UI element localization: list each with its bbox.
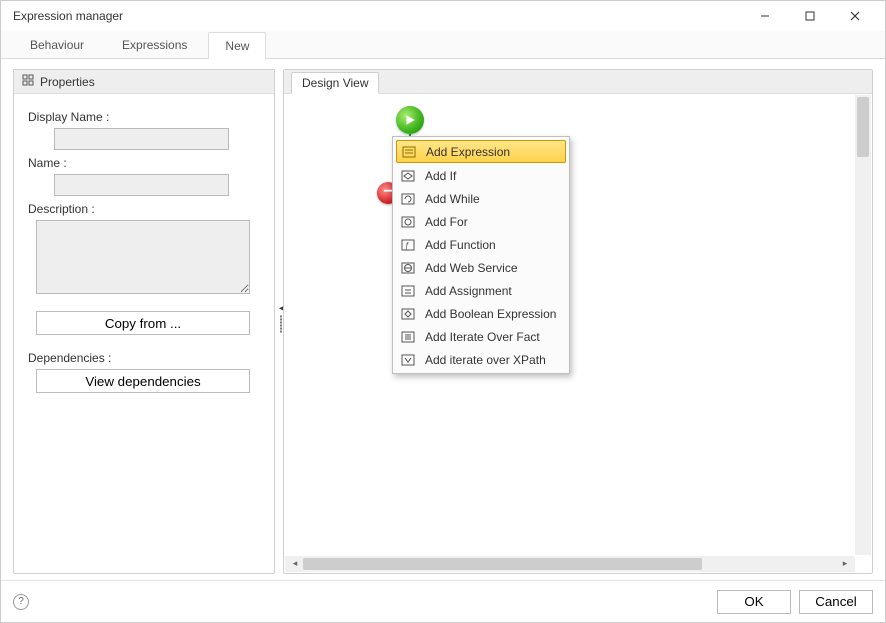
- start-node[interactable]: [396, 106, 424, 134]
- menu-item-label: Add Expression: [426, 145, 510, 159]
- display-name-label: Display Name :: [28, 110, 262, 124]
- expression-icon: [400, 144, 418, 160]
- menu-item-label: Add Web Service: [425, 261, 518, 275]
- window-title: Expression manager: [9, 9, 742, 23]
- assignment-icon: [399, 283, 417, 299]
- add-node-context-menu: Add Expression Add If Add While: [392, 136, 570, 374]
- splitter-handle[interactable]: ◂: [279, 302, 283, 337]
- play-icon: [404, 114, 416, 126]
- menu-item-label: Add Boolean Expression: [425, 307, 556, 321]
- minimize-icon: [760, 11, 770, 21]
- scroll-left-icon[interactable]: ◂: [287, 558, 303, 569]
- close-icon: [850, 11, 860, 21]
- properties-body: Display Name : Name : Description : Copy…: [14, 94, 274, 573]
- main-tabs: Behaviour Expressions New: [1, 31, 885, 59]
- expression-manager-window: Expression manager Behaviour Expressions…: [0, 0, 886, 623]
- menu-add-web-service[interactable]: Add Web Service: [393, 256, 569, 279]
- tab-expressions[interactable]: Expressions: [105, 31, 204, 58]
- window-controls: [742, 2, 877, 30]
- if-icon: [399, 168, 417, 184]
- close-button[interactable]: [832, 2, 877, 30]
- boolean-icon: [399, 306, 417, 322]
- menu-add-expression[interactable]: Add Expression: [396, 140, 566, 163]
- scroll-right-icon[interactable]: ▸: [837, 558, 853, 569]
- scrollbar-thumb[interactable]: [303, 558, 702, 570]
- grid-icon: [22, 74, 34, 89]
- content-area: Properties Display Name : Name : Descrip…: [1, 59, 885, 580]
- design-view-body: − Add Expression Add If: [284, 94, 872, 573]
- menu-item-label: Add Function: [425, 238, 496, 252]
- chevron-left-icon: ◂: [279, 304, 283, 312]
- description-input[interactable]: [36, 220, 250, 294]
- for-icon: [399, 214, 417, 230]
- design-view-tab[interactable]: Design View: [291, 72, 379, 94]
- menu-item-label: Add While: [425, 192, 480, 206]
- display-name-input[interactable]: [54, 128, 229, 150]
- help-icon: ?: [18, 596, 24, 607]
- scrollbar-thumb[interactable]: [857, 97, 869, 157]
- name-input[interactable]: [54, 174, 229, 196]
- description-label: Description :: [28, 202, 262, 216]
- dependencies-label: Dependencies :: [28, 351, 262, 365]
- vertical-scrollbar[interactable]: [855, 95, 871, 555]
- menu-add-while[interactable]: Add While: [393, 187, 569, 210]
- menu-item-label: Add Assignment: [425, 284, 512, 298]
- menu-add-function[interactable]: ƒ Add Function: [393, 233, 569, 256]
- design-view-panel: Design View − Add Expre: [283, 69, 873, 574]
- menu-item-label: Add If: [425, 169, 456, 183]
- svg-text:ƒ: ƒ: [405, 241, 409, 250]
- menu-add-for[interactable]: Add For: [393, 210, 569, 233]
- view-dependencies-button[interactable]: View dependencies: [36, 369, 250, 393]
- menu-add-boolean[interactable]: Add Boolean Expression: [393, 302, 569, 325]
- iterate-xpath-icon: [399, 352, 417, 368]
- dialog-footer: ? OK Cancel: [1, 580, 885, 622]
- minimize-button[interactable]: [742, 2, 787, 30]
- maximize-icon: [805, 11, 815, 21]
- iterate-fact-icon: [399, 329, 417, 345]
- properties-panel: Properties Display Name : Name : Descrip…: [13, 69, 275, 574]
- webservice-icon: [399, 260, 417, 276]
- maximize-button[interactable]: [787, 2, 832, 30]
- properties-header: Properties: [14, 70, 274, 94]
- design-view-header: Design View: [284, 70, 872, 94]
- titlebar: Expression manager: [1, 1, 885, 31]
- ok-button[interactable]: OK: [717, 590, 791, 614]
- help-button[interactable]: ?: [13, 594, 29, 610]
- menu-item-label: Add For: [425, 215, 468, 229]
- cancel-button[interactable]: Cancel: [799, 590, 873, 614]
- horizontal-scrollbar[interactable]: ◂ ▸: [285, 556, 855, 572]
- function-icon: ƒ: [399, 237, 417, 253]
- tab-new[interactable]: New: [208, 32, 266, 59]
- copy-from-button[interactable]: Copy from ...: [36, 311, 250, 335]
- tab-behaviour[interactable]: Behaviour: [13, 31, 101, 58]
- menu-add-if[interactable]: Add If: [393, 164, 569, 187]
- menu-add-iterate-fact[interactable]: Add Iterate Over Fact: [393, 325, 569, 348]
- properties-header-label: Properties: [40, 75, 95, 89]
- while-icon: [399, 191, 417, 207]
- menu-item-label: Add Iterate Over Fact: [425, 330, 540, 344]
- menu-add-iterate-xpath[interactable]: Add iterate over XPath: [393, 348, 569, 371]
- menu-add-assignment[interactable]: Add Assignment: [393, 279, 569, 302]
- design-canvas[interactable]: − Add Expression Add If: [284, 94, 855, 556]
- name-label: Name :: [28, 156, 262, 170]
- menu-item-label: Add iterate over XPath: [425, 353, 546, 367]
